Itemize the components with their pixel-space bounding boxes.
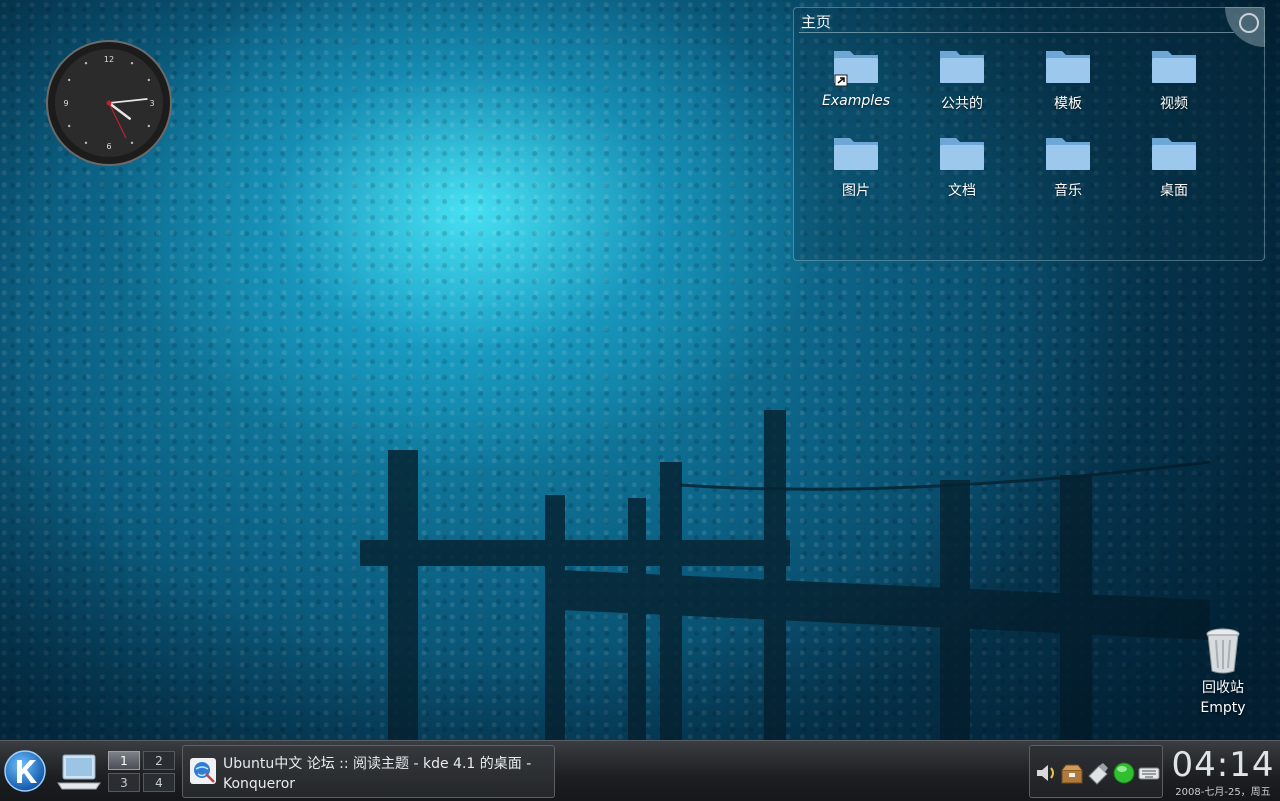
clock-tick	[67, 124, 71, 128]
clock-tick	[147, 124, 151, 128]
clock-numeral-9: 9	[63, 99, 68, 108]
volume-icon[interactable]	[1034, 761, 1058, 785]
clock-date: 2008-七月-25，周五	[1175, 787, 1271, 798]
folder-icon	[1152, 51, 1196, 83]
trash-label: 回收站	[1202, 680, 1244, 696]
clock-tick	[130, 141, 134, 145]
widget-handle-icon[interactable]	[1225, 7, 1265, 47]
folder-icon	[834, 51, 878, 87]
task-title-line2: Konqueror	[223, 776, 296, 792]
task-title-line1: Ubuntu中文 论坛 :: 阅读主题 - kde 4.1 的桌面 -	[223, 756, 532, 772]
pager-desktop-2[interactable]: 2	[143, 751, 175, 770]
folder-icon	[940, 138, 984, 170]
folder-item-label: 模板	[1054, 96, 1082, 112]
kde-menu-button[interactable]	[3, 749, 47, 793]
network-status-icon[interactable]	[1112, 761, 1136, 785]
folder-icon	[1046, 51, 1090, 83]
clock-numeral-3: 3	[149, 99, 154, 108]
clock-tick	[84, 61, 88, 65]
package-updates-icon[interactable]	[1060, 761, 1084, 785]
folder-item-music[interactable]: 音乐	[1018, 132, 1118, 200]
analog-clock-widget[interactable]: 12 3 6 9	[46, 40, 172, 166]
usb-device-icon[interactable]	[1086, 761, 1110, 785]
pager-desktop-3[interactable]: 3	[108, 773, 140, 792]
folder-item-templates[interactable]: 模板	[1018, 45, 1118, 113]
folder-icon	[940, 51, 984, 83]
folder-item-label: 文档	[948, 183, 976, 199]
desktop-pager: 1 2 3 4	[108, 749, 176, 793]
trash-widget[interactable]: 回收站 Empty	[1192, 628, 1254, 718]
folder-item-label: 公共的	[941, 96, 983, 112]
folder-item-desktop[interactable]: 桌面	[1124, 132, 1224, 200]
folder-view-widget[interactable]: 主页 Examples 公共的 模板 视频 图片 文档 音乐 桌面	[793, 7, 1265, 261]
konqueror-icon	[190, 758, 216, 784]
pager-desktop-1[interactable]: 1	[108, 751, 140, 770]
clock-tick	[130, 61, 134, 65]
clock-tick	[84, 141, 88, 145]
folder-icon	[834, 138, 878, 170]
system-tray	[1029, 745, 1163, 798]
folder-item-public[interactable]: 公共的	[912, 45, 1012, 113]
folder-item-examples[interactable]: Examples	[806, 45, 906, 109]
folder-view-divider	[799, 32, 1234, 33]
folder-item-videos[interactable]: 视频	[1124, 45, 1224, 113]
my-computer-icon[interactable]	[56, 751, 102, 793]
digital-clock[interactable]: 04:14 2008-七月-25，周五	[1168, 743, 1278, 799]
clock-numeral-12: 12	[104, 55, 114, 64]
trash-status: Empty	[1200, 700, 1246, 716]
folder-icon	[1046, 138, 1090, 170]
folder-item-pictures[interactable]: 图片	[806, 132, 906, 200]
task-title: Ubuntu中文 论坛 :: 阅读主题 - kde 4.1 的桌面 - Konq…	[223, 754, 548, 794]
clock-tick	[147, 78, 151, 82]
folder-icon	[1152, 138, 1196, 170]
clock-time: 04:14	[1171, 745, 1275, 785]
folder-item-label: 桌面	[1160, 183, 1188, 199]
folder-item-label: Examples	[821, 93, 891, 109]
trash-icon	[1206, 628, 1240, 674]
clock-tick	[67, 78, 71, 82]
clock-numeral-6: 6	[106, 142, 111, 151]
folder-item-documents[interactable]: 文档	[912, 132, 1012, 200]
folder-item-label: 视频	[1160, 96, 1188, 112]
keyboard-icon[interactable]	[1137, 761, 1161, 785]
folder-item-label: 音乐	[1054, 183, 1082, 199]
pager-desktop-4[interactable]: 4	[143, 773, 175, 792]
folder-item-label: 图片	[842, 183, 870, 199]
folder-view-title: 主页	[801, 13, 832, 31]
bottom-panel: 1 2 3 4 Ubuntu中文 论坛 :: 阅读主题 - kde 4.1 的桌…	[0, 740, 1280, 801]
taskbar-item-konqueror[interactable]: Ubuntu中文 论坛 :: 阅读主题 - kde 4.1 的桌面 - Konq…	[182, 745, 555, 798]
